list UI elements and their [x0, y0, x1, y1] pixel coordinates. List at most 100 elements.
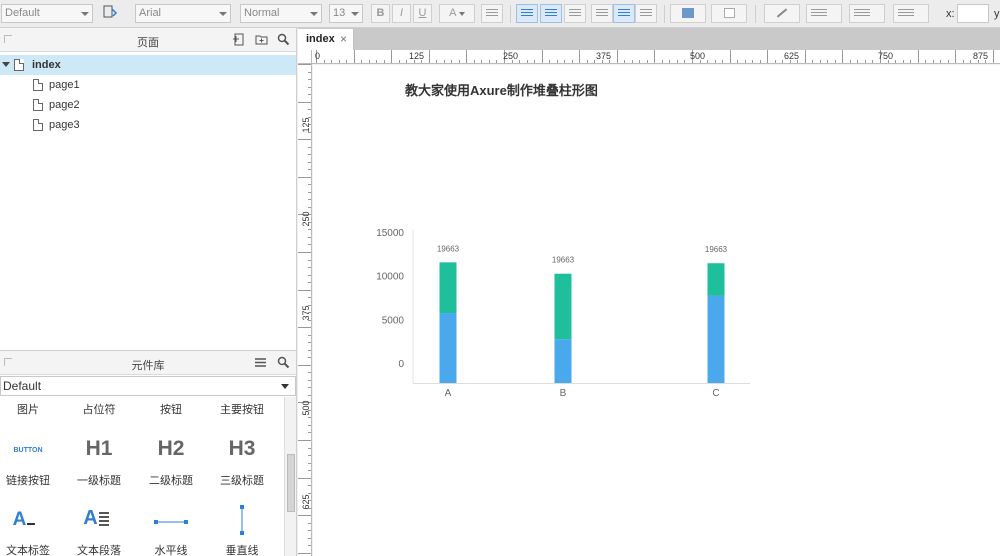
add-page-icon[interactable]	[232, 33, 245, 46]
align-top-icon	[596, 9, 608, 18]
widget-text-label[interactable]: 文本标签	[0, 542, 64, 556]
chevron-down-icon	[219, 12, 227, 16]
page-tree-item-page1[interactable]: page1	[0, 75, 296, 95]
ruler-label: 500	[690, 51, 706, 61]
add-folder-icon[interactable]	[255, 33, 268, 46]
widget-scrollbar[interactable]	[284, 397, 296, 556]
style-select-value: Default	[5, 7, 40, 19]
x-category-label: C	[712, 388, 719, 399]
widget-label: 水平线	[154, 545, 188, 556]
italic-button[interactable]: I	[392, 4, 411, 23]
stacked-bar-chart[interactable]: 0 5000 10000 15000 19663 A 19663 B 19663 C	[360, 225, 755, 400]
ruler-label: 750	[878, 51, 894, 61]
ruler-label: 125	[409, 51, 425, 61]
line-width-button[interactable]	[806, 4, 842, 23]
vertical-ruler: 125 250 375 500 625	[298, 64, 312, 556]
stacked-bar-segment[interactable]	[439, 262, 457, 314]
link-button-icon-label: BUTTON	[13, 447, 43, 454]
page-icon	[33, 79, 43, 91]
page-heading-text[interactable]: 教大家使用Axure制作堆叠柱形图	[405, 80, 598, 99]
vertical-line-icon[interactable]	[206, 505, 278, 538]
stacked-bar-segment[interactable]	[439, 313, 457, 383]
x-category-label: A	[445, 388, 452, 399]
font-color-label: A	[449, 7, 456, 19]
page-tree-item-index[interactable]: index	[0, 55, 296, 75]
format-toolbar: Default Arial Normal 13 B I U A x: y	[0, 0, 1000, 28]
align-right-button[interactable]	[564, 4, 586, 23]
heading2-icon[interactable]: H2	[135, 437, 207, 461]
widget-label: 主要按钮	[220, 404, 264, 416]
text-paragraph-icon-label: A	[83, 507, 98, 529]
page-icon	[33, 99, 43, 111]
align-top-button[interactable]	[591, 4, 613, 23]
font-family-select[interactable]: Arial	[135, 4, 231, 23]
ruler-label: 625	[784, 51, 800, 61]
stacked-bar-segment[interactable]	[707, 295, 725, 383]
widget-vertical-line[interactable]: 垂直线	[206, 542, 278, 556]
stacked-bar-segment[interactable]	[707, 263, 725, 296]
align-bottom-button[interactable]	[635, 4, 657, 23]
arrow-style-button[interactable]	[893, 4, 929, 23]
pages-panel-title: 页面	[137, 37, 159, 49]
format-painter-button[interactable]	[99, 4, 121, 23]
align-left-button[interactable]	[516, 4, 538, 23]
horizontal-line-icon[interactable]	[135, 517, 207, 529]
widget-heading3[interactable]: 三级标题	[206, 472, 278, 488]
text-paragraph-icon[interactable]: A	[60, 507, 132, 530]
x-position-input[interactable]	[957, 4, 989, 23]
align-middle-button[interactable]	[613, 4, 635, 23]
font-size-select[interactable]: 13	[329, 4, 363, 23]
heading3-icon[interactable]: H3	[206, 437, 278, 461]
text-label-icon[interactable]: A	[0, 509, 60, 531]
page-tree-item-label: index	[32, 59, 61, 71]
chevron-down-icon	[458, 12, 465, 16]
bold-button[interactable]: B	[371, 4, 390, 23]
shadow-button[interactable]	[711, 4, 747, 23]
widget-image[interactable]: 图片	[0, 401, 64, 417]
widget-library-header: 元件库	[0, 351, 296, 375]
font-weight-select[interactable]: Normal	[240, 4, 322, 23]
widget-horizontal-line[interactable]: 水平线	[135, 542, 207, 556]
page-tree-item-page3[interactable]: page3	[0, 115, 296, 135]
underscore-mark	[27, 523, 36, 525]
underline-button[interactable]: U	[413, 4, 432, 23]
vertical-line-svg	[240, 505, 244, 535]
widget-primary-button[interactable]: 主要按钮	[206, 401, 278, 417]
menu-icon[interactable]	[254, 356, 267, 369]
tab-index[interactable]: index ×	[298, 29, 354, 50]
align-center-button[interactable]	[540, 4, 562, 23]
widget-text-paragraph[interactable]: 文本段落	[63, 542, 135, 556]
heading1-icon[interactable]: H1	[63, 437, 135, 461]
library-select[interactable]: Default	[0, 376, 296, 396]
link-button-icon[interactable]: BUTTON	[0, 447, 64, 454]
line-style-icon	[854, 9, 870, 18]
data-value-label: 19663	[552, 256, 575, 265]
widget-placeholder[interactable]: 占位符	[63, 401, 135, 417]
x-category-label: B	[560, 388, 567, 399]
toolbar-divider	[510, 5, 511, 23]
search-icon[interactable]	[277, 356, 290, 369]
font-size-value: 13	[333, 7, 346, 19]
bullet-list-button[interactable]	[481, 4, 503, 23]
stacked-bar-segment[interactable]	[554, 339, 572, 383]
fill-color-button[interactable]	[670, 4, 706, 23]
font-color-button[interactable]: A	[439, 4, 475, 23]
pages-panel: 页面 index page1 page2 page3	[0, 28, 297, 350]
ruler-label: 0	[315, 51, 321, 61]
widget-button[interactable]: 按钮	[135, 401, 207, 417]
scrollbar-thumb[interactable]	[287, 454, 295, 512]
style-select[interactable]: Default	[1, 4, 93, 23]
search-icon[interactable]	[277, 33, 290, 46]
expand-arrow-icon[interactable]	[2, 62, 10, 67]
widget-heading1[interactable]: 一级标题	[63, 472, 135, 488]
close-icon[interactable]: ×	[340, 32, 347, 46]
line-color-button[interactable]	[764, 4, 800, 23]
line-style-button[interactable]	[849, 4, 885, 23]
widget-heading2[interactable]: 二级标题	[135, 472, 207, 488]
page-tree-item-page2[interactable]: page2	[0, 95, 296, 115]
y-position-label: y	[994, 8, 1000, 20]
toolbar-divider	[664, 5, 665, 23]
page-tree-item-label: page1	[49, 79, 80, 91]
widget-link-button[interactable]: 链接按钮	[0, 472, 64, 488]
stacked-bar-segment[interactable]	[554, 273, 572, 340]
